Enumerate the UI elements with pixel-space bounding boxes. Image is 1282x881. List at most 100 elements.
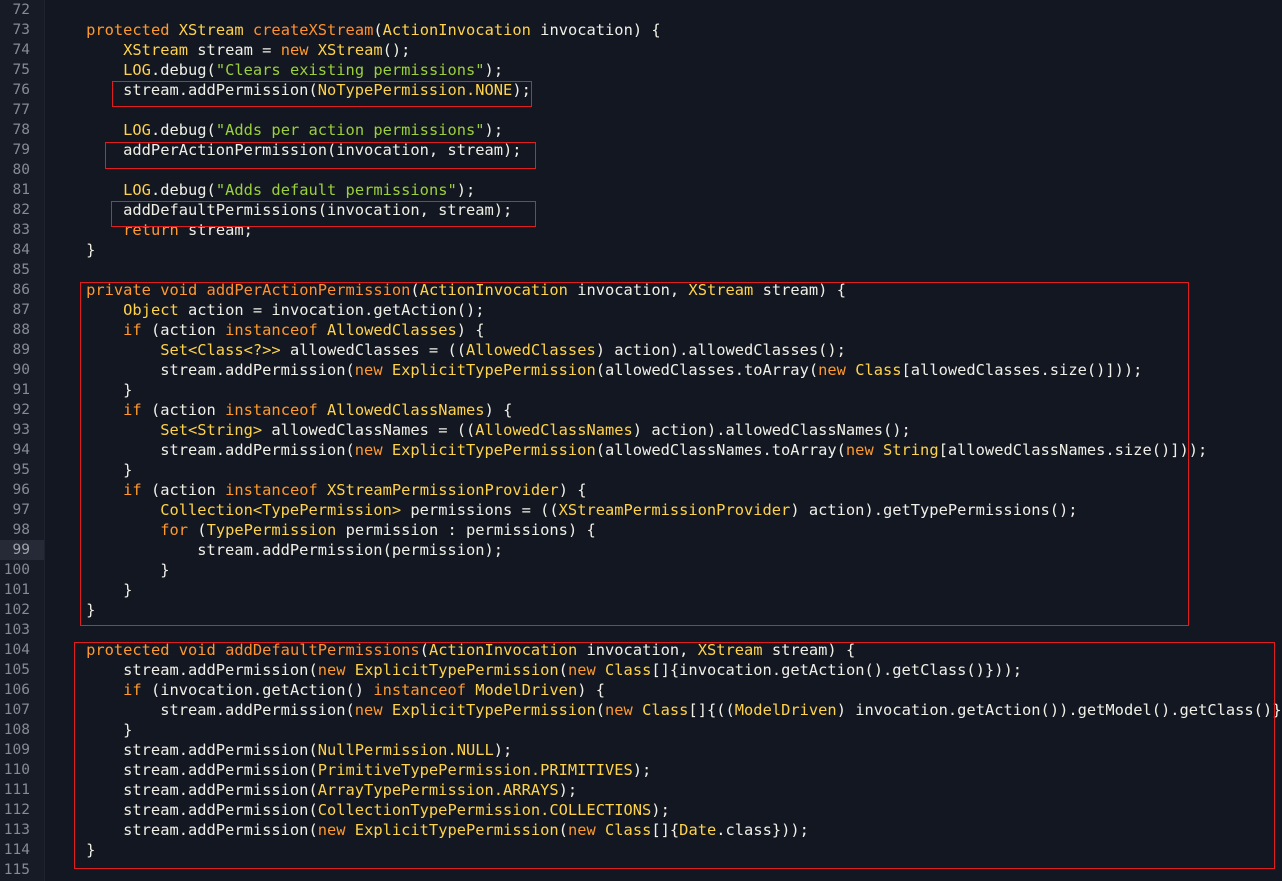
code-token: XStream — [123, 41, 189, 59]
code-token: } — [49, 841, 96, 859]
line-number: 87 — [12, 302, 30, 318]
code-line[interactable]: 77 — [0, 100, 1282, 120]
code-line[interactable]: 73 protected XStream createXStream(Actio… — [0, 20, 1282, 40]
code-line[interactable]: 84 } — [0, 240, 1282, 260]
code-token: stream.addPermission( — [49, 701, 355, 719]
line-number: 115 — [3, 862, 30, 878]
code-text: stream.addPermission(new ExplicitTypePer… — [49, 660, 1022, 680]
line-number: 93 — [12, 422, 30, 438]
code-editor[interactable]: 72 73 protected XStream createXStream(Act… — [0, 0, 1282, 881]
code-token: ) action).allowedClasses(); — [595, 341, 846, 359]
code-line[interactable]: 75 LOG.debug("Clears existing permission… — [0, 60, 1282, 80]
code-token: ExplicitTypePermission — [391, 441, 596, 459]
line-number: 114 — [3, 842, 30, 858]
code-line[interactable]: 97 Collection<TypePermission> permission… — [0, 500, 1282, 520]
code-line[interactable]: 92 if (action instanceof AllowedClassNam… — [0, 400, 1282, 420]
code-token: ActionInvocation — [382, 21, 531, 39]
code-line[interactable]: 103 — [0, 620, 1282, 640]
code-line[interactable]: 115 — [0, 860, 1282, 880]
code-line[interactable]: 113 stream.addPermission(new ExplicitTyp… — [0, 820, 1282, 840]
code-line[interactable]: 90 stream.addPermission(new ExplicitType… — [0, 360, 1282, 380]
code-token: instanceof — [225, 481, 328, 499]
code-line[interactable]: 88 if (action instanceof AllowedClasses)… — [0, 320, 1282, 340]
code-line[interactable]: 104 protected void addDefaultPermissions… — [0, 640, 1282, 660]
code-token: []{ — [651, 821, 680, 839]
code-line[interactable]: 99 stream.addPermission(permission); — [0, 540, 1282, 560]
code-token: ) { — [558, 481, 587, 499]
code-line[interactable]: 112 stream.addPermission(CollectionTypeP… — [0, 800, 1282, 820]
code-line[interactable]: 110 stream.addPermission(PrimitiveTypePe… — [0, 760, 1282, 780]
code-text: stream.addPermission(PrimitiveTypePermis… — [49, 760, 651, 780]
code-text: Set<String> allowedClassNames = ((Allowe… — [49, 420, 911, 440]
code-text: } — [49, 720, 132, 740]
code-token: addDefaultPermissions — [225, 641, 420, 659]
code-token: } — [49, 381, 133, 399]
code-line[interactable]: 111 stream.addPermission(ArrayTypePermis… — [0, 780, 1282, 800]
code-token: .class})); — [716, 821, 809, 839]
code-line[interactable]: 89 Set<Class<?>> allowedClasses = ((Allo… — [0, 340, 1282, 360]
code-line[interactable]: 83 return stream; — [0, 220, 1282, 240]
code-line[interactable]: 107 stream.addPermission(new ExplicitTyp… — [0, 700, 1282, 720]
line-number: 72 — [12, 2, 30, 18]
code-line[interactable]: 95 } — [0, 460, 1282, 480]
code-line[interactable]: 101 } — [0, 580, 1282, 600]
line-number: 77 — [12, 102, 30, 118]
code-token: new — [317, 661, 355, 679]
code-token: new — [605, 701, 643, 719]
code-line[interactable]: 109 stream.addPermission(NullPermission.… — [0, 740, 1282, 760]
code-token: new — [818, 361, 856, 379]
code-line[interactable]: 102 } — [0, 600, 1282, 620]
code-token: for — [160, 521, 189, 539]
code-token: ( — [188, 521, 207, 539]
code-line[interactable]: 74 XStream stream = new XStream(); — [0, 40, 1282, 60]
code-line[interactable]: 100 } — [0, 560, 1282, 580]
code-token: XStream — [178, 21, 253, 39]
code-token: invocation) { — [530, 21, 661, 39]
code-line[interactable]: 72 — [0, 0, 1282, 20]
code-token: action = invocation.getAction(); — [178, 301, 485, 319]
code-line[interactable]: 94 stream.addPermission(new ExplicitType… — [0, 440, 1282, 460]
code-line[interactable]: 98 for (TypePermission permission : perm… — [0, 520, 1282, 540]
code-line[interactable]: 81 LOG.debug("Adds default permissions")… — [0, 180, 1282, 200]
code-line[interactable]: 82 addDefaultPermissions(invocation, str… — [0, 200, 1282, 220]
code-token: .debug( — [150, 181, 216, 199]
code-token: allowedClassNames = (( — [262, 421, 476, 439]
code-line[interactable]: 96 if (action instanceof XStreamPermissi… — [0, 480, 1282, 500]
code-line[interactable]: 86 private void addPerActionPermission(A… — [0, 280, 1282, 300]
code-token: allowedClasses = (( — [280, 341, 466, 359]
code-text: } — [49, 380, 132, 400]
code-token: new — [354, 701, 392, 719]
line-number: 107 — [3, 702, 30, 718]
code-line[interactable]: 91 } — [0, 380, 1282, 400]
code-token: } — [49, 461, 133, 479]
code-line[interactable]: 85 — [0, 260, 1282, 280]
code-token: stream; — [178, 221, 253, 239]
code-text: LOG.debug("Adds per action permissions")… — [49, 120, 503, 140]
code-line[interactable]: 108 } — [0, 720, 1282, 740]
code-token: stream = — [188, 41, 281, 59]
code-line[interactable]: 78 LOG.debug("Adds per action permission… — [0, 120, 1282, 140]
code-line[interactable]: 93 Set<String> allowedClassNames = ((All… — [0, 420, 1282, 440]
code-token: "Clears existing permissions" — [215, 61, 485, 79]
line-number: 89 — [12, 342, 30, 358]
code-token: new — [567, 661, 606, 679]
code-token: XStream — [697, 641, 763, 659]
code-token: ExplicitTypePermission — [354, 661, 559, 679]
code-token: protected — [86, 21, 179, 39]
code-token: XStreamPermissionProvider — [558, 501, 791, 519]
code-token: Set<String> — [160, 421, 263, 439]
code-line[interactable]: 80 — [0, 160, 1282, 180]
code-token: instanceof — [225, 321, 328, 339]
code-line[interactable]: 76 stream.addPermission(NoTypePermission… — [0, 80, 1282, 100]
code-line[interactable]: 114 } — [0, 840, 1282, 860]
code-line[interactable]: 106 if (invocation.getAction() instanceo… — [0, 680, 1282, 700]
code-line[interactable]: 87 Object action = invocation.getAction(… — [0, 300, 1282, 320]
code-token: stream.addPermission( — [49, 801, 318, 819]
code-line[interactable]: 79 addPerActionPermission(invocation, st… — [0, 140, 1282, 160]
code-line[interactable]: 105 stream.addPermission(new ExplicitTyp… — [0, 660, 1282, 680]
